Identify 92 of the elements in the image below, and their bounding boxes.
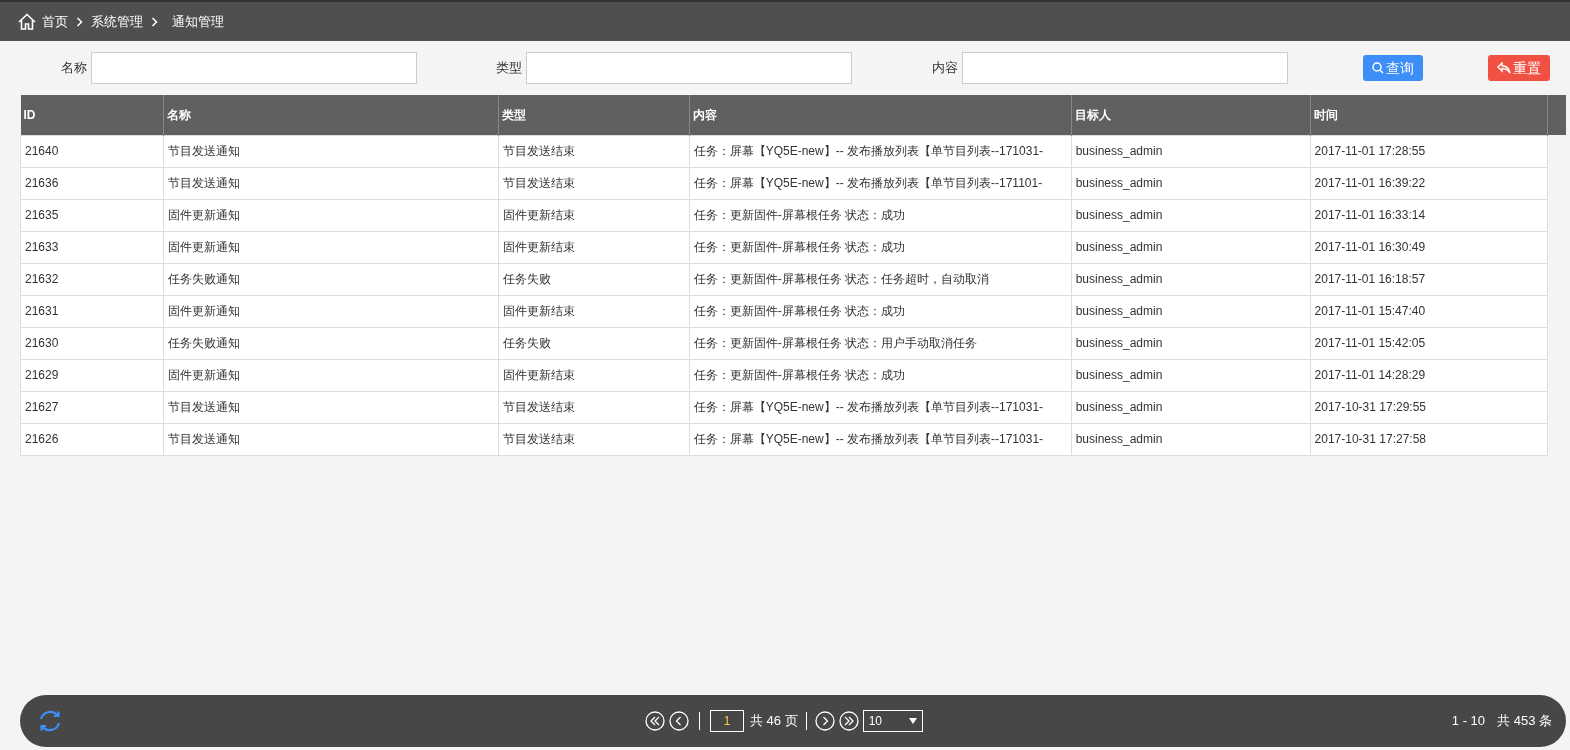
table-cell: 固件更新结束 — [498, 199, 690, 231]
table-cell: 任务：更新固件-屏幕根任务 状态：成功 — [689, 199, 1072, 231]
table-cell: business_admin — [1071, 423, 1311, 455]
next-page-icon[interactable] — [814, 711, 835, 731]
table-cell: 21635 — [20, 199, 164, 231]
table-cell: 任务：屏幕【YQ5E-new】-- 发布播放列表【单节目列表--171031- — [689, 135, 1072, 167]
table-cell: 固件更新通知 — [163, 199, 499, 231]
table-cell: 任务：更新固件-屏幕根任务 状态：成功 — [689, 295, 1072, 327]
table-cell: business_admin — [1071, 135, 1311, 167]
table-cell: 任务失败 — [498, 327, 690, 359]
column-header: ID — [20, 95, 164, 135]
column-header: 名称 — [163, 95, 499, 135]
page-input[interactable]: 1 — [710, 710, 744, 732]
record-total: 共 453 条 — [1497, 712, 1552, 731]
breadcrumb-item: 通知管理 — [172, 12, 224, 31]
table-cell: business_admin — [1071, 295, 1311, 327]
home-icon[interactable] — [18, 13, 36, 30]
table-cell: 固件更新通知 — [163, 359, 499, 391]
table-cell: business_admin — [1071, 199, 1311, 231]
table-cell: 节目发送通知 — [163, 135, 499, 167]
breadcrumb-item[interactable]: 系统管理 — [91, 11, 143, 32]
table-cell: 2017-11-01 15:42:05 — [1310, 327, 1548, 359]
caret-icon — [908, 718, 917, 724]
refresh-icon[interactable] — [37, 708, 63, 734]
table-cell: 固件更新结束 — [498, 231, 690, 263]
table-cell: business_admin — [1071, 167, 1311, 199]
table-cell: 任务失败 — [498, 263, 690, 295]
previous-page-icon[interactable] — [669, 711, 689, 731]
input-field[interactable] — [91, 52, 417, 84]
column-header: 时间 — [1310, 95, 1548, 135]
table-cell: 21640 — [20, 135, 164, 167]
table-cell: 节目发送通知 — [163, 391, 499, 423]
input-field[interactable] — [526, 52, 852, 84]
table-cell: 2017-11-01 16:30:49 — [1310, 231, 1548, 263]
column-header: 类型 — [498, 95, 690, 135]
table-cell: 任务失败通知 — [163, 263, 499, 295]
field-label: 类型 — [496, 59, 522, 78]
reply-arrow-icon — [1497, 62, 1511, 74]
table-cell: business_admin — [1071, 359, 1311, 391]
field-label: 内容 — [932, 59, 958, 78]
table-cell: 21632 — [20, 263, 164, 295]
table-cell: 任务：更新固件-屏幕根任务 状态：用户手动取消任务 — [689, 327, 1072, 359]
page-count: 共 46 页 — [750, 712, 798, 731]
record-range: 1 - 10 — [1451, 712, 1486, 731]
table-cell: 21627 — [20, 391, 164, 423]
first-page-icon[interactable] — [645, 711, 665, 731]
table-cell: 任务：屏幕【YQ5E-new】-- 发布播放列表【单节目列表--171031- — [689, 423, 1072, 455]
table-cell: 节目发送结束 — [498, 391, 690, 423]
table-cell: business_admin — [1071, 231, 1311, 263]
table-cell: 节目发送通知 — [163, 423, 499, 455]
input-field[interactable] — [962, 52, 1288, 84]
table-cell: 2017-11-01 16:39:22 — [1310, 167, 1548, 199]
table-cell: 节目发送结束 — [498, 135, 690, 167]
column-header: 内容 — [689, 95, 1072, 135]
page-size-select[interactable]: 10 — [862, 710, 923, 732]
table-cell: 任务：屏幕【YQ5E-new】-- 发布播放列表【单节目列表--171031- — [689, 391, 1072, 423]
field-label: 名称 — [61, 59, 87, 78]
table-cell: business_admin — [1071, 327, 1311, 359]
table-cell: 21626 — [20, 423, 164, 455]
reset-button[interactable]: 重置 — [1488, 55, 1550, 81]
table-cell: business_admin — [1071, 391, 1311, 423]
table-cell: 2017-11-01 16:33:14 — [1310, 199, 1548, 231]
table-cell: 2017-10-31 17:29:55 — [1310, 391, 1548, 423]
table-cell: 21629 — [20, 359, 164, 391]
table-cell: 2017-11-01 14:28:29 — [1310, 359, 1548, 391]
table-cell: 节目发送结束 — [498, 423, 690, 455]
table-cell: 节目发送结束 — [498, 167, 690, 199]
table-cell: 任务失败通知 — [163, 327, 499, 359]
chevron-icon — [76, 16, 83, 27]
column-header: 目标人 — [1071, 95, 1311, 135]
table-cell: business_admin — [1071, 263, 1311, 295]
table-cell: 21633 — [20, 231, 164, 263]
table-cell: 2017-11-01 16:18:57 — [1310, 263, 1548, 295]
search-icon — [1372, 62, 1384, 74]
chevron-icon — [151, 16, 158, 27]
table-cell: 固件更新结束 — [498, 295, 690, 327]
breadcrumb-item[interactable]: 首页 — [42, 11, 68, 32]
table-cell: 固件更新通知 — [163, 231, 499, 263]
table-cell: 21636 — [20, 167, 164, 199]
table-cell: 2017-10-31 17:27:58 — [1310, 423, 1548, 455]
table-cell: 固件更新通知 — [163, 295, 499, 327]
table-cell: 任务：屏幕【YQ5E-new】-- 发布播放列表【单节目列表--171101- — [689, 167, 1072, 199]
table-cell: 2017-11-01 17:28:55 — [1310, 135, 1548, 167]
table-cell: 任务：更新固件-屏幕根任务 状态：成功 — [689, 231, 1072, 263]
table-cell: 2017-11-01 15:47:40 — [1310, 295, 1548, 327]
last-page-icon[interactable] — [838, 711, 859, 731]
table-cell: 任务：更新固件-屏幕根任务 状态：任务超时，自动取消 — [689, 263, 1072, 295]
table-cell: 21630 — [20, 327, 164, 359]
table-cell: 节目发送通知 — [163, 167, 499, 199]
table-cell: 固件更新结束 — [498, 359, 690, 391]
table-cell: 21631 — [20, 295, 164, 327]
table-cell: 任务：更新固件-屏幕根任务 状态：成功 — [689, 359, 1072, 391]
